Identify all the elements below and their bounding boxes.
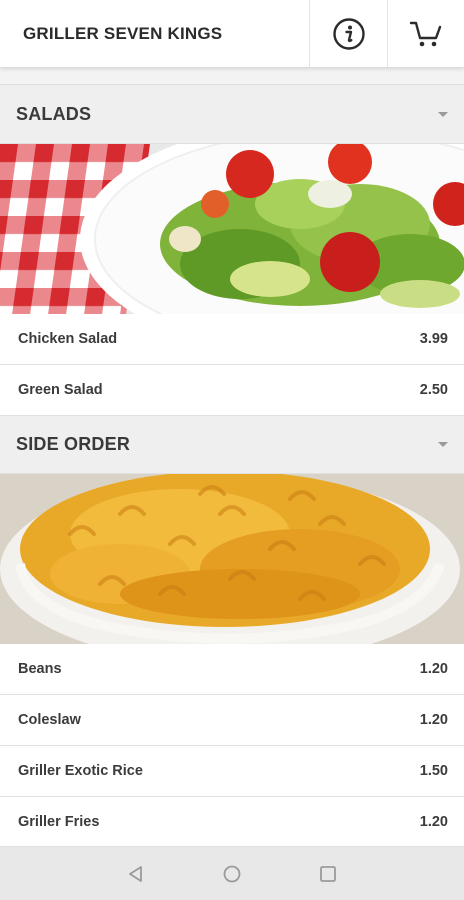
recents-button[interactable]: [280, 847, 376, 900]
section-title: SALADS: [16, 104, 92, 124]
item-name: Coleslaw: [18, 712, 81, 728]
chevron-down-icon: [438, 112, 448, 117]
cart-button[interactable]: [387, 0, 464, 67]
chevron-down-icon: [438, 442, 448, 447]
item-name: Green Salad: [18, 382, 103, 398]
menu-item[interactable]: Chicken Salad 3.99: [0, 314, 464, 365]
info-icon: [332, 17, 365, 50]
section-header-salads[interactable]: SALADS: [0, 86, 464, 144]
section-title: SIDE ORDER: [16, 434, 131, 454]
recents-icon: [320, 865, 336, 882]
item-name: Griller Fries: [18, 813, 100, 830]
item-price: 2.50: [419, 382, 448, 398]
header-spacer: [0, 67, 464, 85]
mac-and-cheese-image: [0, 474, 464, 644]
salad-illustration: [0, 144, 464, 314]
back-icon: [129, 865, 142, 882]
home-button[interactable]: [184, 847, 280, 900]
salad-image: [0, 144, 464, 314]
menu-item[interactable]: Beans 1.20: [0, 644, 464, 695]
item-price: 1.50: [419, 763, 448, 779]
app-header: GRILLER SEVEN KINGS: [0, 0, 464, 67]
menu-item[interactable]: Griller Exotic Rice 1.50: [0, 746, 464, 797]
item-price: 1.20: [419, 661, 448, 677]
menu-item[interactable]: Coleslaw 1.20: [0, 695, 464, 746]
home-icon: [223, 865, 241, 882]
item-name: Chicken Salad: [18, 331, 118, 347]
cart-icon: [409, 21, 442, 46]
back-button[interactable]: [88, 847, 184, 900]
info-button[interactable]: [309, 0, 387, 67]
menu-item[interactable]: Green Salad 2.50: [0, 365, 464, 416]
system-navigation-bar: [0, 847, 464, 900]
item-price: 1.20: [419, 813, 448, 830]
item-name: Beans: [18, 661, 62, 677]
item-price: 1.20: [419, 712, 448, 728]
item-name: Griller Exotic Rice: [18, 763, 143, 779]
mac-and-cheese-illustration: [0, 474, 464, 644]
menu-item[interactable]: Griller Fries 1.20: [0, 797, 464, 847]
item-price: 3.99: [419, 331, 448, 347]
page-title: GRILLER SEVEN KINGS: [23, 23, 223, 43]
section-header-side-order[interactable]: SIDE ORDER: [0, 416, 464, 474]
